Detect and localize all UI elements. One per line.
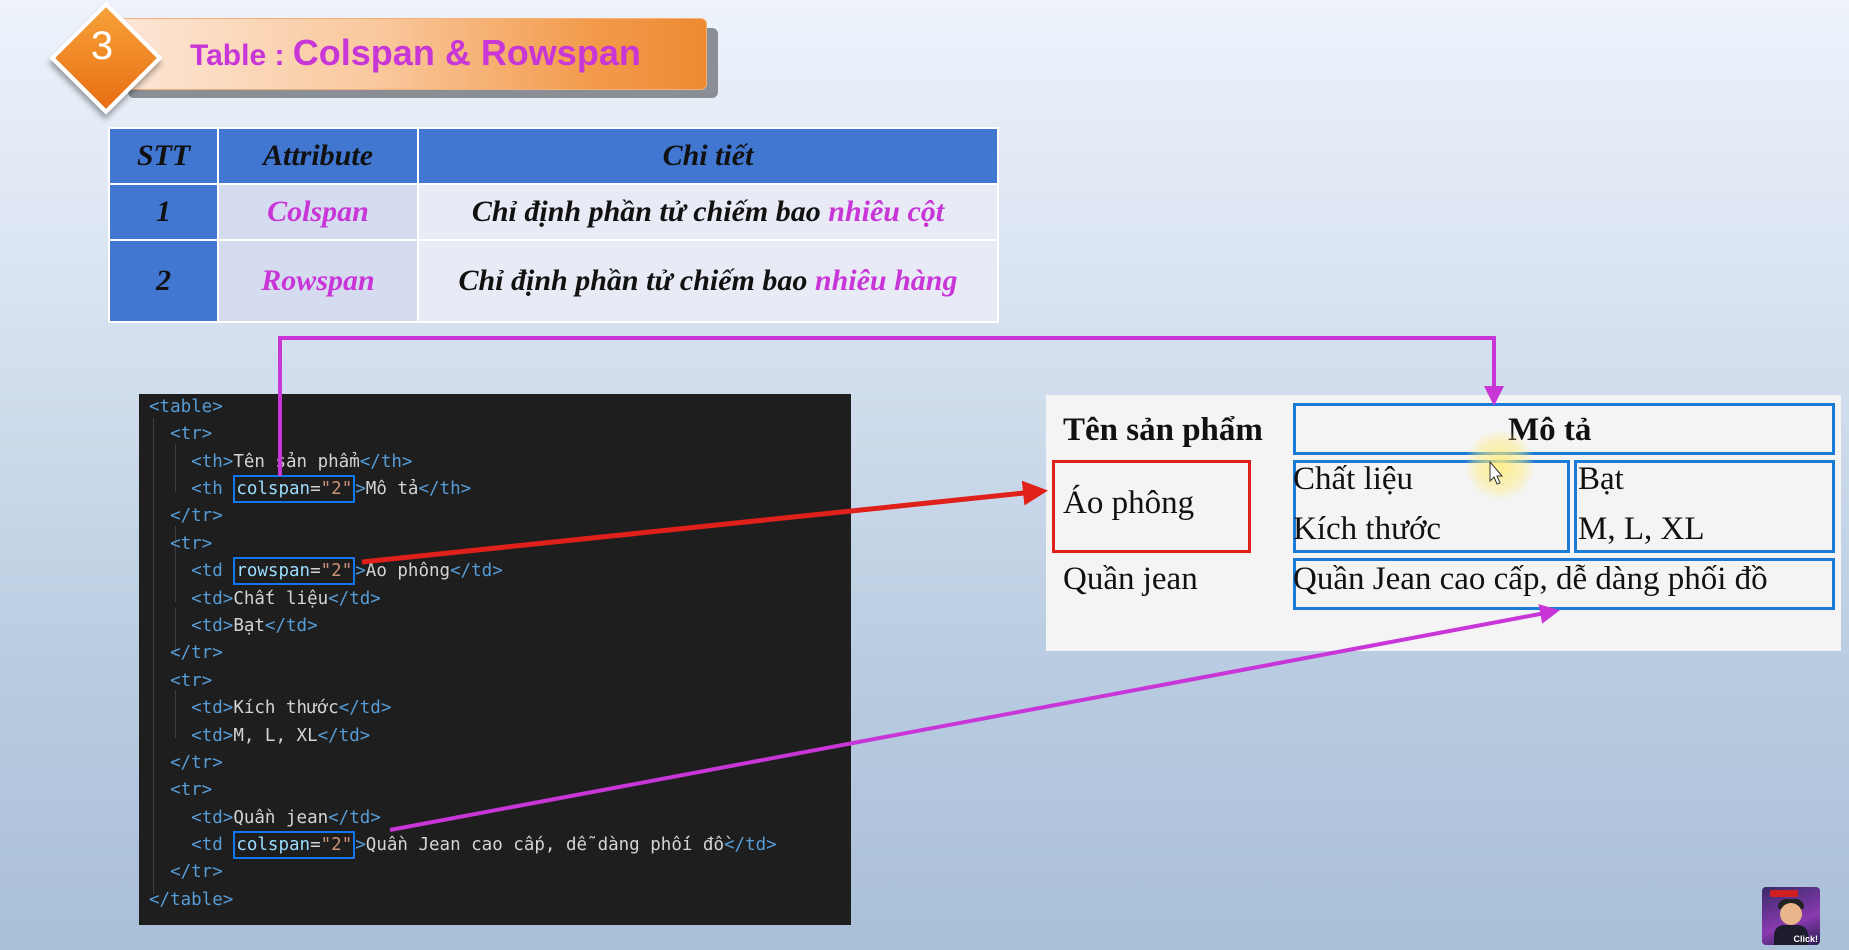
arrows-overlay [278,336,1560,832]
mouse-cursor-icon [1489,460,1504,485]
avatar-head [1780,903,1802,925]
channel-avatar[interactable]: Click! [1762,887,1820,945]
rowspan-arrow [361,480,1048,565]
avatar-caption: Click! [1793,934,1818,944]
colspan-arrow [278,336,1504,476]
colspan-arrow-2 [389,604,1560,832]
subscribe-badge [1770,890,1798,897]
